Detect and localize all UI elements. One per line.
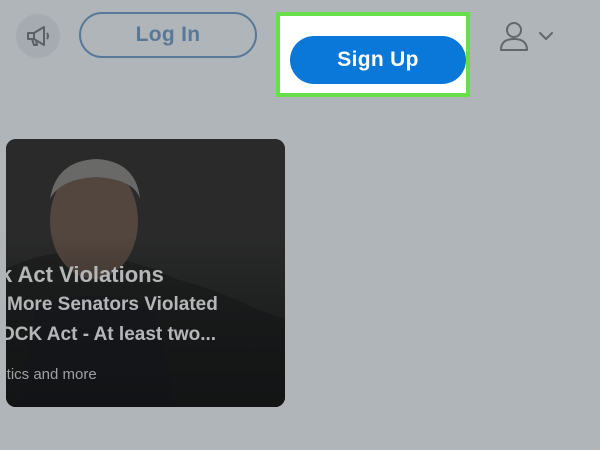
- chevron-down-icon: [539, 32, 553, 40]
- signup-label: Sign Up: [337, 48, 419, 71]
- user-icon: [500, 22, 528, 51]
- news-card[interactable]: k Act Violations More Senators Violated …: [6, 139, 285, 407]
- account-menu[interactable]: [497, 18, 559, 54]
- card-snippet-line-2: OCK Act - At least two...: [6, 324, 217, 345]
- signup-button[interactable]: Sign Up: [290, 36, 466, 84]
- megaphone-button[interactable]: [16, 14, 60, 58]
- card-snippet-line-1: More Senators Violated: [7, 294, 218, 315]
- login-label: Log In: [135, 23, 201, 46]
- card-text: k Act Violations More Senators Violated …: [6, 260, 285, 383]
- card-title: k Act Violations: [6, 262, 164, 287]
- megaphone-icon: [27, 26, 49, 46]
- signup-highlight: Sign Up: [276, 12, 470, 97]
- login-button[interactable]: Log In: [79, 12, 257, 58]
- card-meta: litics and more: [6, 366, 97, 383]
